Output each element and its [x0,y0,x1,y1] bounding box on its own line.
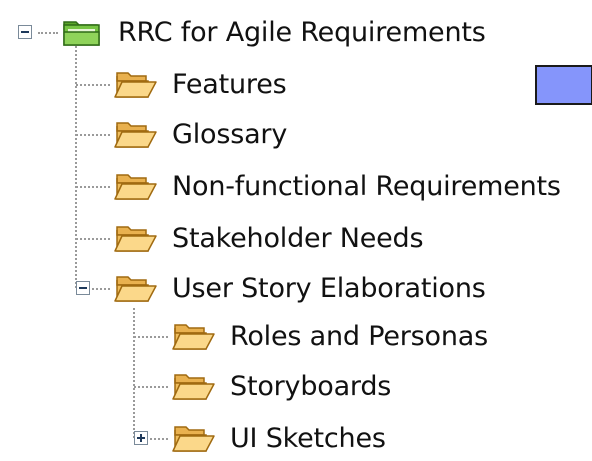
tree-node-label: Features [172,68,287,100]
tree-node-root[interactable]: RRC for Agile Requirements [60,9,486,55]
tree-connector [133,308,135,438]
tree-node-label: UI Sketches [230,422,386,454]
folder-tree: RRC for Agile Requirements Features Glos… [0,0,592,454]
tree-node-label: Stakeholder Needs [172,222,424,254]
tree-connector [76,238,110,240]
color-swatch [535,65,592,105]
tree-node-label: Storyboards [230,370,392,402]
tree-connector [92,288,110,290]
collapse-user-story-elaborations-button[interactable] [76,281,90,295]
tree-node-features[interactable]: Features [114,61,287,107]
tree-connector [134,386,168,388]
tree-connector [75,46,77,288]
open-folder-icon [114,222,158,254]
tree-node-user-story-elaborations[interactable]: User Story Elaborations [114,265,486,311]
tree-node-storyboards[interactable]: Storyboards [172,363,391,409]
tree-node-label: Glossary [172,118,288,150]
tree-node-roles-and-personas[interactable]: Roles and Personas [172,313,488,359]
tree-connector [134,336,168,338]
open-folder-icon [114,68,158,100]
open-folder-icon [172,422,216,454]
tree-node-label: RRC for Agile Requirements [118,16,486,48]
tree-connector [38,32,58,34]
tree-node-label: User Story Elaborations [172,272,486,304]
collapse-root-button[interactable] [18,25,32,39]
tree-node-label: Roles and Personas [230,320,488,352]
tree-node-glossary[interactable]: Glossary [114,111,287,157]
tree-node-label: Non-functional Requirements [172,170,561,202]
tree-connector [76,84,110,86]
tree-node-non-functional-requirements[interactable]: Non-functional Requirements [114,163,561,209]
open-folder-icon [172,320,216,352]
tree-connector [76,134,110,136]
green-folder-icon [60,16,104,48]
tree-node-ui-sketches[interactable]: UI Sketches [172,415,386,461]
expand-ui-sketches-button[interactable] [134,431,148,445]
tree-connector [76,186,110,188]
open-folder-icon [114,272,158,304]
open-folder-icon [172,370,216,402]
tree-connector [150,438,168,440]
open-folder-icon [114,170,158,202]
open-folder-icon [114,118,158,150]
tree-node-stakeholder-needs[interactable]: Stakeholder Needs [114,215,424,261]
